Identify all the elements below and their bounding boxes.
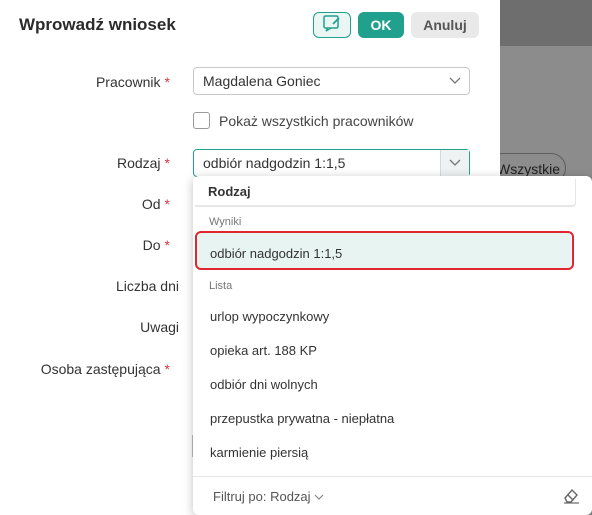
dropdown-footer: Filtruj po: Rodzaj [193, 476, 592, 515]
list-header: Lista [209, 280, 233, 292]
days-label: Liczba dni [115, 278, 179, 294]
chevron-down-icon [440, 150, 469, 176]
ok-button[interactable]: OK [358, 12, 404, 38]
chevron-down-icon [441, 68, 469, 94]
dropdown-option[interactable]: opieka art. 188 KP [210, 343, 317, 358]
filter-toggle[interactable]: Filtruj po: Rodzaj [213, 489, 324, 504]
to-label: Do * [142, 237, 170, 253]
substitute-label: Osoba zastępująca * [40, 361, 170, 377]
chevron-down-icon [314, 489, 324, 504]
required-mark: * [164, 74, 170, 90]
employee-select[interactable]: Magdalena Goniec [193, 67, 470, 95]
show-all-label[interactable]: Pokaż wszystkich pracowników [219, 113, 414, 129]
sign-icon [322, 14, 342, 37]
type-dropdown: Rodzaj Wyniki odbiór nadgodzin 1:1,5 Lis… [193, 176, 592, 515]
dropdown-option[interactable]: odbiór dni wolnych [210, 377, 318, 392]
highlight-annotation [195, 231, 574, 270]
eraser-icon[interactable] [561, 486, 581, 509]
notes-label: Uwagi [140, 319, 179, 335]
required-mark: * [164, 361, 170, 377]
dropdown-search-input[interactable]: Rodzaj [195, 179, 576, 207]
dialog-title: Wprowadź wniosek [19, 15, 176, 34]
employee-value: Magdalena Goniec [203, 73, 321, 89]
sign-button[interactable] [313, 12, 351, 38]
dropdown-option[interactable]: przepustka prywatna - niepłatna [210, 411, 394, 426]
employee-label: Pracownik * [95, 74, 170, 90]
type-label: Rodzaj * [116, 155, 170, 171]
required-mark: * [164, 196, 170, 212]
from-label: Od * [141, 196, 170, 212]
required-mark: * [164, 237, 170, 253]
filter-label: Filtruj po: Rodzaj [213, 489, 311, 504]
dropdown-option[interactable]: karmienie piersią [210, 445, 308, 460]
type-select[interactable]: odbiór nadgodzin 1:1,5 [193, 149, 470, 177]
type-value: odbiór nadgodzin 1:1,5 [203, 155, 346, 171]
dropdown-option[interactable]: urlop wypoczynkowy [210, 309, 329, 324]
required-mark: * [164, 155, 170, 171]
show-all-checkbox[interactable] [193, 112, 210, 129]
cancel-button[interactable]: Anuluj [411, 12, 479, 38]
results-header: Wyniki [209, 216, 242, 228]
